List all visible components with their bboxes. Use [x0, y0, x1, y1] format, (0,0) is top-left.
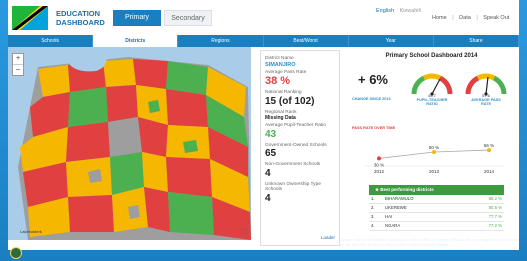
app-frame: EDUCATION DASHBOARD Primary Secondary En… [0, 0, 527, 261]
row-pct: 80.5 % [488, 205, 502, 210]
link-home[interactable]: Home [432, 15, 447, 21]
pass-gauge-label: AVERAGE PASS RATE [471, 98, 501, 106]
tab-best-worst[interactable]: Best/Worst [264, 35, 349, 47]
district-name-value: SIMANJIRO [265, 61, 296, 68]
tab-districts[interactable]: Districts [93, 35, 179, 47]
footer-license-text: Source code of this website is published… [340, 238, 519, 247]
coat-of-arms-icon [10, 247, 22, 259]
data-label: 30 % [374, 162, 384, 167]
unknown-schools-value: 4 [265, 192, 271, 204]
row-name: BIHARAMULO [385, 196, 414, 201]
ptr-value: 43 [265, 128, 277, 140]
choropleth-map[interactable] [8, 47, 251, 240]
dashboard-panel: Primary School Dashboard 2014 + 6% CHANG… [344, 50, 519, 246]
loader-link[interactable]: Loader [321, 235, 335, 240]
map-caption: Lakeholderk [20, 229, 42, 234]
change-label: CHANGE SINCE 2013 [352, 97, 391, 101]
tab-year[interactable]: Year [349, 35, 434, 47]
secondary-button[interactable]: Secondary [164, 10, 212, 26]
x-tick-label: 2014 [484, 169, 495, 174]
tanzania-flag-icon [12, 6, 48, 30]
district-polygons[interactable] [20, 59, 251, 240]
primary-button[interactable]: Primary [113, 10, 161, 26]
x-tick-label: 2013 [429, 169, 440, 174]
top-links: Home | Data | Speak Out [432, 15, 510, 21]
zoom-in-button[interactable]: + [13, 54, 23, 65]
data-label: 50 % [429, 145, 439, 150]
best-districts-title: Best performing districts [380, 187, 434, 192]
pass-rate-chart-title: PASS RATE OVER TIME [352, 126, 396, 130]
ptr-label: Average Pupil-Teacher Ratio [265, 123, 326, 128]
row-name: HAI [385, 214, 393, 219]
row-pct: 77.2 % [488, 223, 502, 228]
table-row[interactable]: 4. NGARA 77.2 % [369, 222, 504, 231]
gov-schools-value: 65 [265, 148, 277, 159]
data-label: 56 % [484, 143, 494, 148]
row-rank: 2. [371, 205, 375, 210]
row-pct: 88.2 % [488, 196, 502, 201]
ptr-gauge-label: PUPIL-TEACHER RATIO [416, 98, 448, 106]
data-point[interactable] [377, 156, 381, 161]
row-name: NGARA [385, 223, 401, 228]
best-districts-table: ★ Best performing districts 1. BIHARAMUL… [369, 185, 504, 231]
fullscreen-icon[interactable]: ⛶ [243, 230, 247, 237]
table-row[interactable]: 1. BIHARAMULO 88.2 % [369, 195, 504, 204]
lang-english[interactable]: English [376, 8, 394, 14]
lang-kiswahili[interactable]: Kiswahili [400, 8, 421, 14]
tab-share[interactable]: Share [434, 35, 519, 47]
brand-line-2: DASHBOARD [56, 18, 105, 27]
header: EDUCATION DASHBOARD Primary Secondary En… [8, 0, 519, 35]
best-districts-header: ★ Best performing districts [369, 185, 504, 195]
regional-rank-value: Missing Data [265, 115, 296, 121]
data-point[interactable] [487, 148, 491, 153]
row-rank: 3. [371, 214, 375, 219]
pass-rate-value: 38 % [265, 75, 291, 87]
link-data[interactable]: Data [459, 15, 471, 21]
row-rank: 4. [371, 223, 375, 228]
link-speak-out[interactable]: Speak Out [483, 15, 509, 21]
national-ranking-value: 15 (of 102) [265, 95, 315, 107]
zoom-control: + – [12, 53, 24, 76]
tab-regions[interactable]: Regions [178, 35, 264, 47]
dashboard-title: Primary School Dashboard 2014 [385, 53, 478, 59]
tab-schools[interactable]: Schools [8, 35, 94, 47]
table-row[interactable]: 3. HAI 77.7 % [369, 213, 504, 222]
change-value: + 6% [358, 72, 388, 87]
row-name: UKEREWE [385, 205, 407, 210]
x-tick-label: 2012 [374, 169, 385, 174]
district-map[interactable]: + – Lakeholderk ⛶ [8, 47, 251, 240]
nongov-schools-value: 4 [265, 167, 271, 179]
language-switcher: English Kiswahili [376, 8, 421, 14]
unknown-schools-label: Unknown Ownership Type Schools [265, 181, 321, 193]
dashboard-screen: EDUCATION DASHBOARD Primary Secondary En… [8, 0, 519, 250]
row-pct: 77.7 % [488, 214, 502, 219]
brand-line-1: EDUCATION [56, 9, 101, 18]
brand-title[interactable]: EDUCATION DASHBOARD [56, 9, 105, 27]
nav-tabs: Schools Districts Regions Best/Worst Yea… [8, 35, 519, 47]
row-rank: 1. [371, 196, 375, 201]
district-info-panel: District Name SIMANJIRO Average Pass Rat… [260, 50, 340, 246]
data-point[interactable] [432, 150, 436, 154]
table-row[interactable]: 2. UKEREWE 80.5 % [369, 204, 504, 213]
zoom-out-button[interactable]: – [13, 65, 23, 75]
pass-rate-line-chart: 30 % 2012 50 % 2013 56 % 2014 [364, 143, 504, 174]
